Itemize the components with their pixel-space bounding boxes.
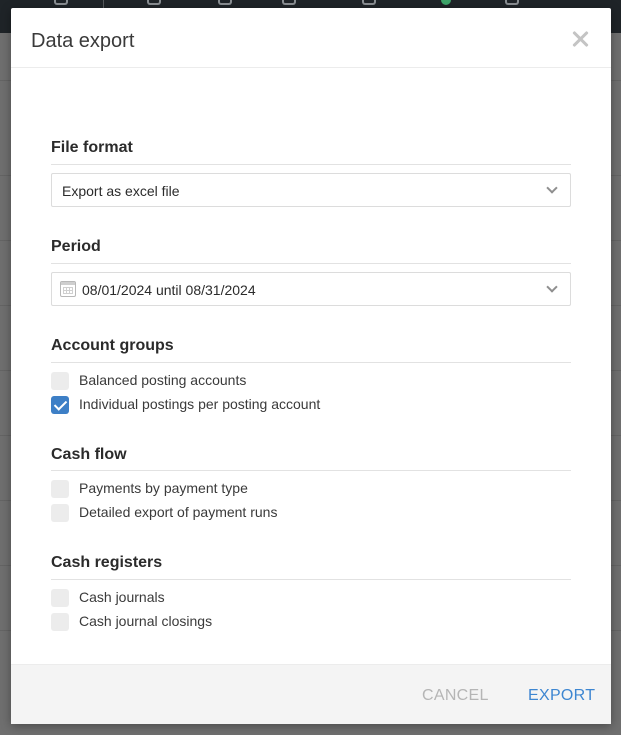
dialog-title: Data export (31, 30, 135, 52)
chevron-down-icon (546, 182, 558, 194)
topbar-separator (103, 0, 104, 8)
period-title: Period (51, 238, 101, 255)
checkbox-label: Balanced posting accounts (79, 372, 247, 388)
file-format-title: File format (51, 139, 133, 156)
checkbox-label: Cash journals (79, 589, 165, 605)
section-divider (51, 263, 571, 264)
checkbox-label: Payments by payment type (79, 480, 248, 496)
grid-icon (147, 0, 161, 5)
checkbox-label: Cash journal closings (79, 613, 213, 629)
chevron-down-icon (546, 281, 558, 293)
settings-icon (505, 0, 519, 5)
period-date-range-picker[interactable]: 08/01/2024 until 08/31/2024 (51, 272, 571, 306)
calendar-icon (362, 0, 376, 5)
export-button[interactable]: EXPORT (528, 687, 595, 705)
dialog-footer: CANCEL EXPORT (11, 664, 611, 724)
checkbox-unchecked[interactable] (51, 589, 69, 607)
checkbox-unchecked[interactable] (51, 480, 69, 498)
cash-flow-title: Cash flow (51, 446, 127, 463)
checkbox-unchecked[interactable] (51, 504, 69, 522)
file-format-value: Export as excel file (62, 183, 180, 199)
file-format-select[interactable]: Export as excel file (51, 173, 571, 207)
checkbox-unchecked[interactable] (51, 613, 69, 631)
dialog-header: Data export (11, 8, 611, 68)
checkbox-unchecked[interactable] (51, 372, 69, 390)
checkbox-label: Individual postings per posting account (79, 396, 321, 412)
status-dot-icon (441, 0, 451, 5)
section-divider (51, 579, 571, 580)
period-value: 08/01/2024 until 08/31/2024 (82, 282, 256, 298)
cash-registers-title: Cash registers (51, 554, 163, 571)
section-divider (51, 164, 571, 165)
account-groups-title: Account groups (51, 337, 174, 354)
people-icon (218, 0, 232, 5)
cancel-button[interactable]: CANCEL (422, 687, 489, 705)
section-divider (51, 470, 571, 471)
star-icon (54, 0, 68, 5)
data-export-dialog: Data export File format Export as excel … (11, 8, 611, 724)
calendar-icon (60, 281, 76, 297)
checkbox-label: Detailed export of payment runs (79, 504, 278, 520)
document-icon (282, 0, 296, 5)
close-icon[interactable] (569, 28, 591, 50)
checkbox-checked[interactable] (51, 396, 69, 414)
section-divider (51, 362, 571, 363)
